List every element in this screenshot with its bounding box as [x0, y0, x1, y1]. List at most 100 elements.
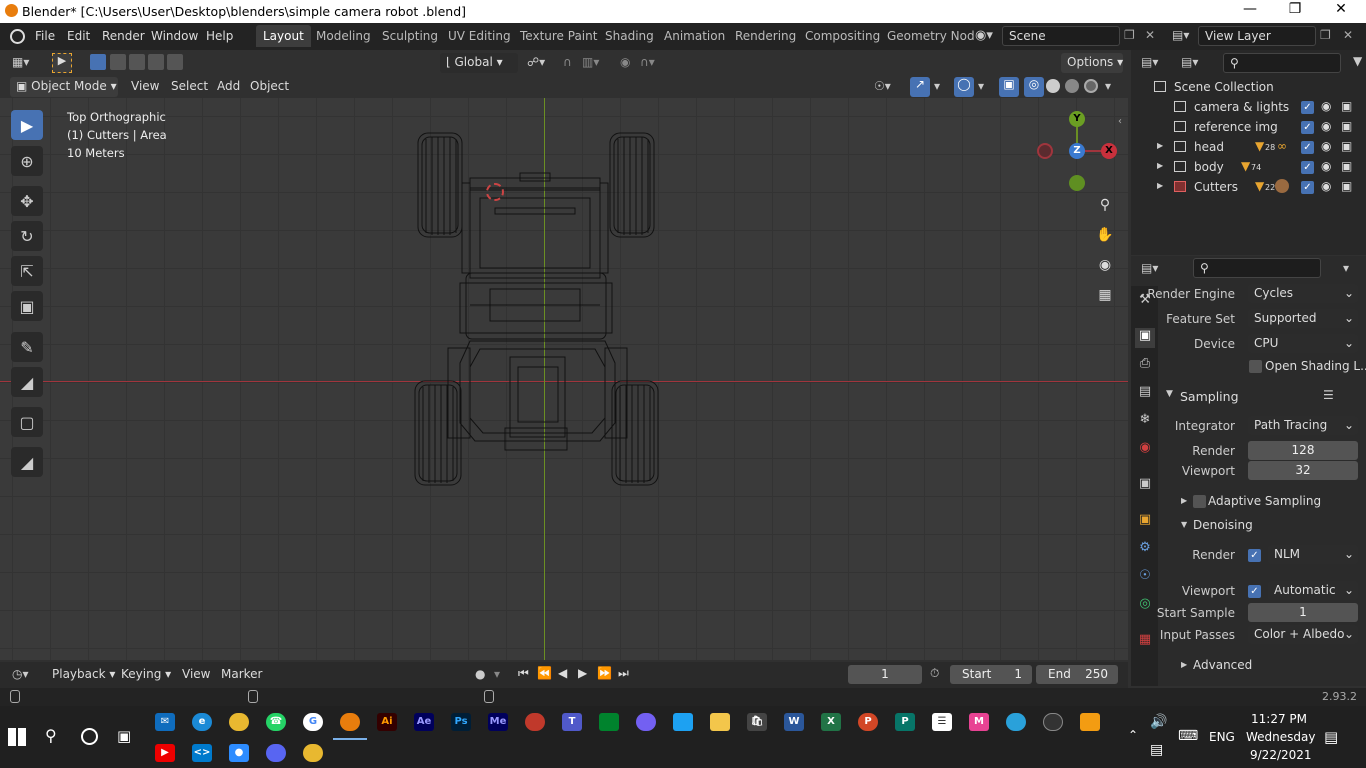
- scene-icon[interactable]: ◉▾: [975, 28, 993, 43]
- tab-uv-editing[interactable]: UV Editing: [441, 25, 518, 47]
- viewport-menu-view[interactable]: View: [131, 79, 159, 93]
- denoising-label[interactable]: Denoising: [1193, 518, 1253, 532]
- osl-checkbox[interactable]: [1249, 360, 1262, 373]
- denoising-expand-icon[interactable]: ▼: [1181, 520, 1187, 529]
- word-icon[interactable]: W: [784, 713, 804, 731]
- viber-icon[interactable]: [636, 713, 656, 731]
- exclude-checkbox[interactable]: ✓: [1301, 101, 1314, 114]
- collection-row-body[interactable]: ▶ body ▼ 74 ✓ ◉ ▣: [1131, 157, 1366, 177]
- google-icon[interactable]: G: [303, 713, 323, 731]
- advanced-expand-icon[interactable]: ▶: [1181, 660, 1187, 669]
- zoom-icon[interactable]: ●: [229, 744, 249, 762]
- jump-start-icon[interactable]: ⏮: [518, 666, 529, 681]
- falloff-icon[interactable]: ∩▾: [640, 55, 655, 69]
- select-mode-extend-icon[interactable]: [110, 54, 126, 70]
- exclude-checkbox[interactable]: ✓: [1301, 141, 1314, 154]
- blender-taskbar-icon[interactable]: [340, 713, 360, 731]
- render-camera-icon[interactable]: ▣: [1341, 139, 1352, 153]
- constraints-tab-icon[interactable]: ◎: [1135, 596, 1155, 616]
- sidebar-toggle-icon[interactable]: ‹: [1118, 116, 1122, 127]
- tab-rendering[interactable]: Rendering: [728, 25, 803, 47]
- orientation-dropdown[interactable]: ⌊ Global ▾: [440, 53, 518, 73]
- measure-tool[interactable]: ◢: [11, 367, 43, 397]
- jump-keyframe-back-icon[interactable]: ⏪: [537, 666, 552, 680]
- meet-icon[interactable]: [599, 713, 619, 731]
- tab-modeling[interactable]: Modeling: [309, 25, 378, 47]
- gizmo-x-icon[interactable]: X: [1101, 143, 1117, 159]
- device-dropdown[interactable]: CPU ⌄: [1248, 334, 1358, 353]
- transform-tool[interactable]: ▣: [11, 291, 43, 321]
- eye-icon[interactable]: ◉: [1321, 179, 1331, 193]
- select-mode-subtract-icon[interactable]: [129, 54, 145, 70]
- discord-icon[interactable]: [266, 744, 286, 762]
- timeline-editor-icon[interactable]: ◷▾: [12, 667, 29, 681]
- expand-arrow-icon[interactable]: ▶: [1157, 141, 1163, 150]
- view-layer-icon[interactable]: ▤▾: [1172, 28, 1189, 42]
- blender-menu-icon[interactable]: [10, 29, 25, 44]
- maximize-button[interactable]: ❐: [1272, 1, 1318, 21]
- notepad-icon[interactable]: ☰: [932, 713, 952, 731]
- telegram-icon[interactable]: [1006, 713, 1026, 731]
- gizmo-neg-x-icon[interactable]: [1037, 143, 1053, 159]
- excel-icon[interactable]: X: [821, 713, 841, 731]
- volume-icon[interactable]: 🔊: [1150, 714, 1167, 730]
- display-mode-icon[interactable]: ▤▾: [1181, 55, 1198, 69]
- viewport-samples-input[interactable]: 32: [1248, 461, 1358, 480]
- rotate-tool[interactable]: ↻: [11, 221, 43, 251]
- sampling-header[interactable]: Sampling: [1180, 389, 1239, 404]
- denoise-render-dropdown[interactable]: NLM ⌄: [1268, 545, 1358, 564]
- world-tab-icon[interactable]: ◉: [1135, 440, 1155, 460]
- youtube-icon[interactable]: ▶: [155, 744, 175, 762]
- expand-arrow-icon[interactable]: ▶: [1157, 161, 1163, 170]
- pivot-icon[interactable]: ☍▾: [527, 55, 545, 69]
- output-tab-icon[interactable]: ⎙: [1135, 356, 1155, 376]
- keying-set-dropdown-icon[interactable]: ▾: [494, 667, 500, 681]
- properties-options-icon[interactable]: ▾: [1343, 261, 1349, 275]
- jump-keyframe-forward-icon[interactable]: ⏩: [597, 666, 612, 680]
- exclude-checkbox[interactable]: ✓: [1301, 121, 1314, 134]
- snap-icon[interactable]: ∩: [563, 55, 572, 69]
- shading-dropdown-icon[interactable]: ▾: [1105, 79, 1111, 93]
- app-icon-pink[interactable]: M: [969, 713, 989, 731]
- language-indicator[interactable]: ENG: [1209, 730, 1235, 744]
- cursor-tool[interactable]: ⊕: [11, 146, 43, 176]
- menu-help[interactable]: Help: [206, 29, 233, 43]
- properties-search-input[interactable]: ⚲: [1193, 258, 1321, 278]
- chrome-icon-2[interactable]: [303, 744, 323, 762]
- exclude-checkbox[interactable]: ✓: [1301, 181, 1314, 194]
- menu-file[interactable]: File: [35, 29, 55, 43]
- minimize-button[interactable]: —: [1227, 1, 1273, 21]
- gizmo-neg-y-icon[interactable]: [1069, 175, 1085, 191]
- viewport-menu-object[interactable]: Object: [250, 79, 289, 93]
- xray-toggle-icon[interactable]: ▣: [999, 77, 1019, 97]
- overlay-toggle-icon[interactable]: ◯: [954, 77, 974, 97]
- eye-icon[interactable]: ◉: [1321, 139, 1331, 153]
- gizmo-y-icon[interactable]: Y: [1069, 111, 1085, 127]
- options-dropdown[interactable]: Options ▾: [1061, 53, 1123, 73]
- keying-menu[interactable]: Keying ▾: [121, 667, 171, 681]
- tab-layout[interactable]: Layout: [256, 25, 311, 47]
- file-explorer-icon[interactable]: [710, 713, 730, 731]
- scene-field[interactable]: Scene: [1002, 26, 1120, 46]
- view-panel-tool[interactable]: ◢: [11, 447, 43, 477]
- publisher-icon[interactable]: P: [895, 713, 915, 731]
- store-icon[interactable]: 🛍: [747, 713, 767, 731]
- search-icon[interactable]: ⚲: [45, 726, 57, 745]
- play-reverse-icon[interactable]: ◀: [558, 666, 567, 680]
- scene-collection-row[interactable]: Scene Collection: [1131, 77, 1366, 97]
- menu-edit[interactable]: Edit: [67, 29, 90, 43]
- close-button[interactable]: ✕: [1318, 1, 1364, 21]
- app-icon-red[interactable]: [525, 713, 545, 731]
- chrome-icon[interactable]: [229, 713, 249, 731]
- denoise-viewport-checkbox[interactable]: ✓: [1248, 585, 1261, 598]
- remove-view-layer-icon[interactable]: ✕: [1343, 28, 1353, 42]
- select-mode-invert-icon[interactable]: [148, 54, 164, 70]
- viewport-menu-add[interactable]: Add: [217, 79, 240, 93]
- cortana-icon[interactable]: [81, 728, 98, 745]
- collection-row-head[interactable]: ▶ head ▼ 28 ∞ ✓ ◉ ▣: [1131, 137, 1366, 157]
- current-frame-input[interactable]: 1: [848, 665, 922, 684]
- viewport-menu-select[interactable]: Select: [171, 79, 208, 93]
- object-tab-icon[interactable]: ▣: [1135, 512, 1155, 532]
- navigation-gizmo[interactable]: Y X Z: [1034, 108, 1120, 194]
- select-mode-new-icon[interactable]: [90, 54, 106, 70]
